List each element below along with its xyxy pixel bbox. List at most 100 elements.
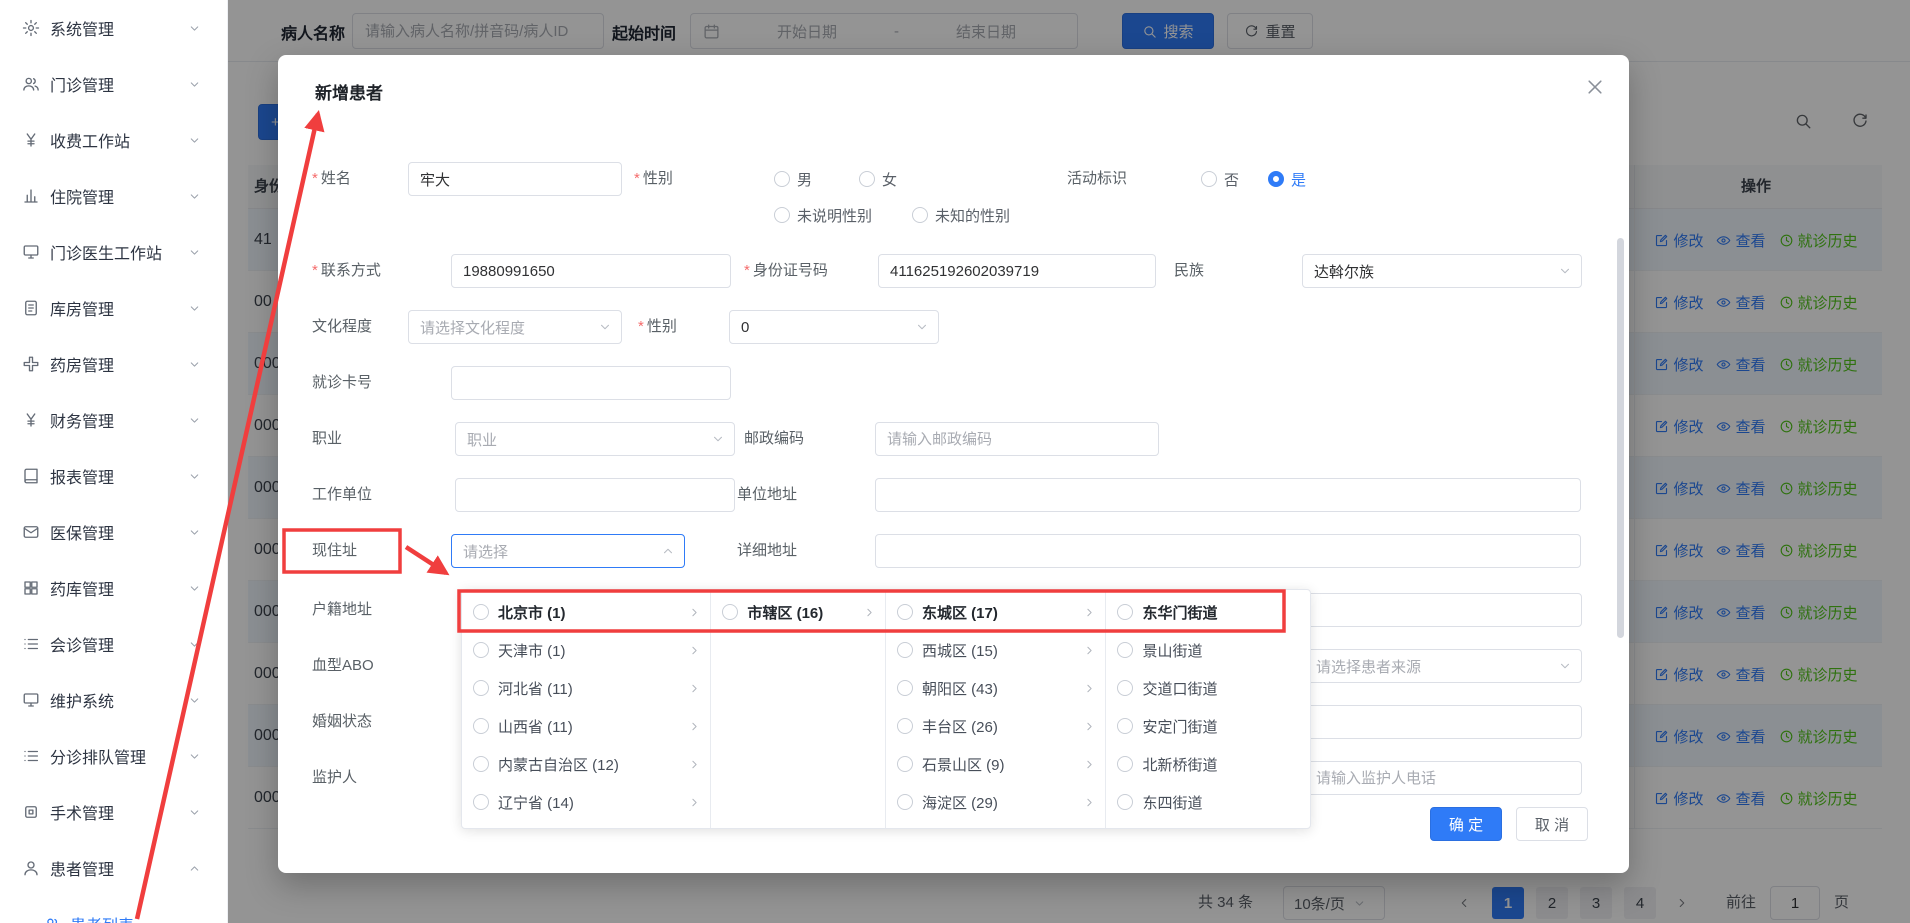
- cascader-option[interactable]: 交道口街道: [1106, 669, 1310, 707]
- cascader-option[interactable]: 辽宁省 (14): [462, 783, 710, 821]
- sidebar-item-patient-mgmt[interactable]: 患者管理: [0, 840, 227, 896]
- postal-code-input[interactable]: [875, 422, 1159, 456]
- confirm-button[interactable]: 确 定: [1430, 807, 1502, 841]
- cascader-option[interactable]: 朝阳区 (43): [886, 669, 1105, 707]
- cascader-option[interactable]: 山西省 (11): [462, 707, 710, 745]
- sidebar-item-doctor-station[interactable]: 门诊医生工作站: [0, 224, 227, 280]
- active-flag-label: 活动标识: [1067, 162, 1127, 196]
- ethnicity-select[interactable]: 达斡尔族: [1302, 254, 1582, 288]
- guardian-phone-input[interactable]: [1304, 761, 1582, 795]
- current-address-cascader[interactable]: 请选择: [451, 534, 685, 568]
- ethnicity-label: 民族: [1174, 254, 1204, 288]
- radio-icon: [897, 680, 913, 696]
- active-no-radio[interactable]: 否: [1201, 162, 1239, 196]
- sidebar-item-system[interactable]: 系统管理: [0, 0, 227, 56]
- gender2-select[interactable]: 0: [729, 310, 939, 344]
- cascader-option[interactable]: 石景山区 (9): [886, 745, 1105, 783]
- grid-icon: [22, 579, 40, 597]
- chevron-down-icon: [188, 190, 201, 203]
- gender2-label: *性别: [638, 310, 677, 344]
- cascader-option[interactable]: 西城区 (15): [886, 631, 1105, 669]
- square-icon: [22, 803, 40, 821]
- mail-icon: [22, 523, 40, 541]
- radio-icon: [774, 207, 790, 223]
- sidebar-item-drug-storage[interactable]: 药库管理: [0, 560, 227, 616]
- chevron-down-icon: [188, 638, 201, 651]
- sidebar-item-consultation[interactable]: 会诊管理: [0, 616, 227, 672]
- cascader-option[interactable]: 东华门街道: [1106, 593, 1310, 631]
- cascader-option[interactable]: 市辖区 (16): [711, 593, 885, 631]
- gear-icon: [22, 19, 40, 37]
- education-label: 文化程度: [312, 310, 372, 344]
- dialog-scrollbar[interactable]: [1617, 238, 1624, 638]
- chevron-down-icon: [188, 134, 201, 147]
- sidebar-item-maintenance[interactable]: 维护系统: [0, 672, 227, 728]
- chevron-down-icon: [188, 470, 201, 483]
- contact-input[interactable]: [451, 254, 731, 288]
- chevron-right-icon: [688, 682, 701, 695]
- gender-female-radio[interactable]: 女: [859, 162, 897, 196]
- sidebar-item-charging[interactable]: 收费工作站: [0, 112, 227, 168]
- sidebar-item-inpatient[interactable]: 住院管理: [0, 168, 227, 224]
- cascader-option[interactable]: 丰台区 (26): [886, 707, 1105, 745]
- chevron-right-icon: [1083, 796, 1096, 809]
- chevron-right-icon: [688, 644, 701, 657]
- cascader-option[interactable]: 内蒙古自治区 (12): [462, 745, 710, 783]
- radio-icon: [1117, 642, 1133, 658]
- monitor-icon: [22, 243, 40, 261]
- cascader-option[interactable]: 景山街道: [1106, 631, 1310, 669]
- active-yes-radio[interactable]: 是: [1268, 162, 1306, 196]
- household-detail-input[interactable]: [1304, 593, 1582, 627]
- list-icon: [22, 635, 40, 653]
- sidebar-item-reports[interactable]: 报表管理: [0, 448, 227, 504]
- sidebar-item-pharmacy[interactable]: 药房管理: [0, 336, 227, 392]
- gender-unknown-radio[interactable]: 未知的性别: [912, 201, 1010, 229]
- chevron-down-icon: [915, 320, 929, 334]
- household-address-label: 户籍地址: [312, 593, 372, 627]
- patient-source-select[interactable]: 请选择患者来源: [1304, 649, 1582, 683]
- sidebar-item-triage-queue[interactable]: 分诊排队管理: [0, 728, 227, 784]
- sidebar-item-finance[interactable]: 财务管理: [0, 392, 227, 448]
- chevron-right-icon: [688, 720, 701, 733]
- education-select[interactable]: 请选择文化程度: [408, 310, 622, 344]
- work-address-input[interactable]: [875, 478, 1581, 512]
- radio-icon: [1117, 680, 1133, 696]
- chevron-down-icon: [188, 526, 201, 539]
- cascader-option[interactable]: 东四街道: [1106, 783, 1310, 821]
- cancel-button[interactable]: 取 消: [1516, 807, 1588, 841]
- cascader-option[interactable]: 北新桥街道: [1106, 745, 1310, 783]
- cascader-option[interactable]: 海淀区 (29): [886, 783, 1105, 821]
- sidebar-item-outpatient[interactable]: 门诊管理: [0, 56, 227, 112]
- work-unit-input[interactable]: [455, 478, 735, 512]
- radio-icon: [473, 604, 489, 620]
- chevron-down-icon: [711, 432, 725, 446]
- name-input[interactable]: [408, 162, 622, 196]
- yen-icon: [22, 131, 40, 149]
- gender-label: *性别: [634, 162, 673, 196]
- sidebar-item-patient-list[interactable]: 患者列表: [0, 896, 227, 923]
- chevron-right-icon: [1083, 758, 1096, 771]
- visit-card-input[interactable]: [451, 366, 731, 400]
- cascader-option[interactable]: 河北省 (11): [462, 669, 710, 707]
- marital-right-input[interactable]: [1304, 705, 1582, 739]
- cascader-option[interactable]: 北京市 (1): [462, 593, 710, 631]
- gender-unspecified-radio[interactable]: 未说明性别: [774, 201, 872, 229]
- add-patient-dialog: 新增患者 *姓名 *性别 男 女 活动标识 否 是 未说明性别 未知的性别 *联…: [278, 55, 1629, 873]
- sidebar-item-insurance[interactable]: 医保管理: [0, 504, 227, 560]
- occupation-select[interactable]: 职业: [455, 422, 735, 456]
- sidebar-item-warehouse[interactable]: 库房管理: [0, 280, 227, 336]
- gender-male-radio[interactable]: 男: [774, 162, 812, 196]
- cascader-option[interactable]: 东城区 (17): [886, 593, 1105, 631]
- cascader-column: 东城区 (17) 西城区 (15) 朝阳区 (43) 丰台区 (26) 石景山区…: [886, 590, 1106, 828]
- cascader-option[interactable]: 天津市 (1): [462, 631, 710, 669]
- radio-icon: [897, 604, 913, 620]
- radio-icon: [473, 794, 489, 810]
- cascader-option[interactable]: 安定门街道: [1106, 707, 1310, 745]
- medical-cross-icon: [22, 355, 40, 373]
- chevron-up-icon: [661, 544, 675, 558]
- close-icon[interactable]: [1585, 77, 1605, 97]
- detail-address-input[interactable]: [875, 534, 1581, 568]
- id-number-input[interactable]: [878, 254, 1156, 288]
- chevron-down-icon: [188, 806, 201, 819]
- sidebar-item-surgery[interactable]: 手术管理: [0, 784, 227, 840]
